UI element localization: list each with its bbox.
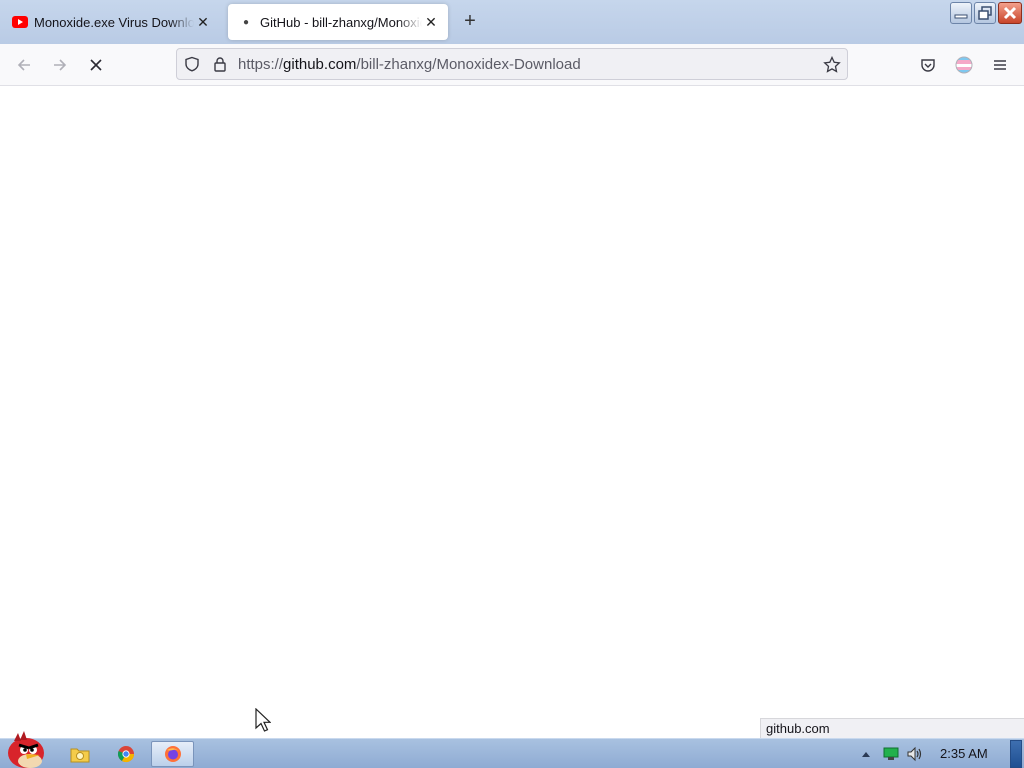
account-avatar-icon [955,56,973,74]
tracking-protection-shield-icon[interactable] [184,56,200,77]
tab-strip: Monoxide.exe Virus Download ✕ ● GitHub -… [0,0,1024,44]
firefox-icon [164,746,181,762]
page-content [0,87,1024,738]
url-scheme: https:// [238,56,284,73]
lock-icon[interactable] [212,56,228,77]
mouse-cursor-icon [255,708,271,732]
minimize-button[interactable] [950,2,972,24]
network-icon [883,747,899,760]
url-path: /bill-zhanxg/Monoxidex-Download [356,56,581,73]
address-bar[interactable]: https://github.com/bill-zhanxg/Monoxidex… [176,48,848,80]
close-icon [1003,6,1017,20]
taskbar: 2:35 AM [0,731,1024,768]
volume-icon [907,746,922,762]
back-arrow-icon [17,59,30,71]
account-button[interactable] [951,52,977,78]
pocket-icon [921,59,935,72]
stop-loading-button[interactable] [83,52,109,78]
tab-close-icon[interactable]: ✕ [194,13,212,31]
forward-arrow-icon [54,59,67,71]
tab-youtube[interactable]: Monoxide.exe Virus Download ✕ [2,4,220,40]
show-hidden-icons-button[interactable] [858,741,874,767]
link-status-tooltip: github.com [760,718,1024,738]
youtube-icon [12,16,28,28]
network-tray-item[interactable] [880,741,902,767]
taskbar-firefox[interactable] [151,741,194,767]
minimize-icon [954,14,968,19]
taskbar-clock[interactable]: 2:35 AM [940,746,988,761]
tab-title: Monoxide.exe Virus Download [34,14,194,30]
file-explorer-icon [70,748,90,763]
chrome-icon [117,746,135,763]
tab-title: GitHub - bill-zhanxg/Monoxidex-Download [260,14,422,30]
bookmark-star-icon[interactable] [823,55,841,79]
stop-icon [90,59,102,71]
start-button[interactable] [2,729,50,768]
close-window-button[interactable] [998,2,1022,24]
hamburger-menu-icon [994,60,1006,70]
pocket-button[interactable] [915,52,941,78]
tab-close-icon[interactable]: ✕ [422,13,440,31]
show-hidden-icons-arrow [862,752,870,757]
window-controls [950,2,1022,24]
volume-tray-item[interactable] [904,741,926,767]
app-menu-button[interactable] [987,52,1013,78]
restore-button[interactable] [974,2,996,24]
show-desktop-button[interactable] [1010,740,1022,768]
restore-icon [978,6,992,20]
taskbar-file-explorer[interactable] [62,741,98,767]
new-tab-button[interactable]: + [458,10,482,34]
taskbar-chrome[interactable] [108,741,144,767]
angry-birds-start-icon [8,731,44,768]
url-text[interactable]: https://github.com/bill-zhanxg/Monoxidex… [238,56,581,73]
forward-button[interactable] [47,52,73,78]
tab-github[interactable]: ● GitHub - bill-zhanxg/Monoxidex-Downloa… [228,4,448,40]
back-button[interactable] [11,52,37,78]
url-host: github.com [283,56,357,73]
navigation-toolbar: https://github.com/bill-zhanxg/Monoxidex… [0,44,1024,86]
loading-dot-icon: ● [242,16,250,28]
